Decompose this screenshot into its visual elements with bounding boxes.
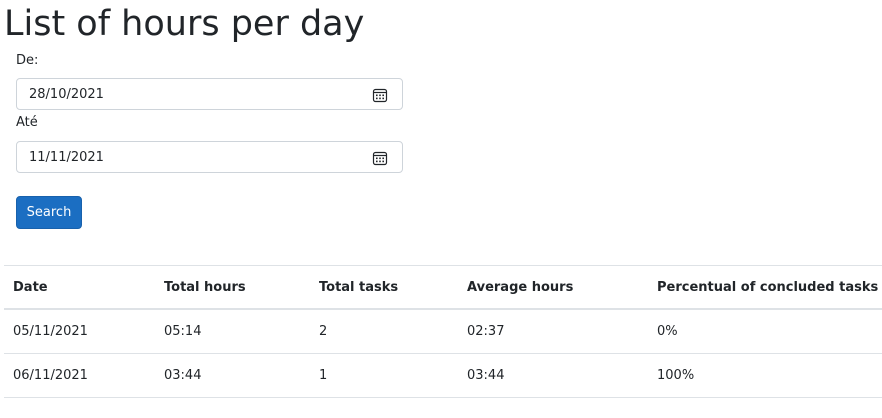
hours-table: Date Total hours Total tasks Average hou… [4,265,882,398]
calendar-icon[interactable] [372,87,388,103]
cell-total-tasks: 1 [319,368,328,383]
from-date-input[interactable]: 28/10/2021 [16,78,403,110]
table-header-row: Date Total hours Total tasks Average hou… [4,265,882,309]
page-title: List of hours per day [4,4,365,44]
header-total-hours: Total hours [164,279,246,295]
cell-percent-concluded: 100% [657,368,695,383]
table-row: 06/11/2021 03:44 1 03:44 100% [4,354,882,398]
from-date-value: 28/10/2021 [29,87,104,102]
header-total-tasks: Total tasks [319,279,399,295]
from-date-label: De: [16,53,39,68]
cell-total-hours: 03:44 [164,368,202,383]
cell-total-tasks: 2 [319,324,328,339]
to-date-label: Até [16,115,38,130]
table-row: 05/11/2021 05:14 2 02:37 0% [4,309,882,354]
cell-total-hours: 05:14 [164,324,202,339]
cell-percent-concluded: 0% [657,324,678,339]
cell-average-hours: 02:37 [467,324,505,339]
search-button[interactable]: Search [16,196,82,229]
calendar-icon[interactable] [372,150,388,166]
to-date-input[interactable]: 11/11/2021 [16,141,403,173]
page: List of hours per day De: 28/10/2021 Até… [0,0,882,418]
header-date: Date [13,279,48,295]
header-percent-concluded: Percentual of concluded tasks [657,279,879,295]
cell-average-hours: 03:44 [467,368,505,383]
cell-date: 06/11/2021 [13,368,88,383]
header-average-hours: Average hours [467,279,574,295]
to-date-value: 11/11/2021 [29,150,104,165]
cell-date: 05/11/2021 [13,324,88,339]
